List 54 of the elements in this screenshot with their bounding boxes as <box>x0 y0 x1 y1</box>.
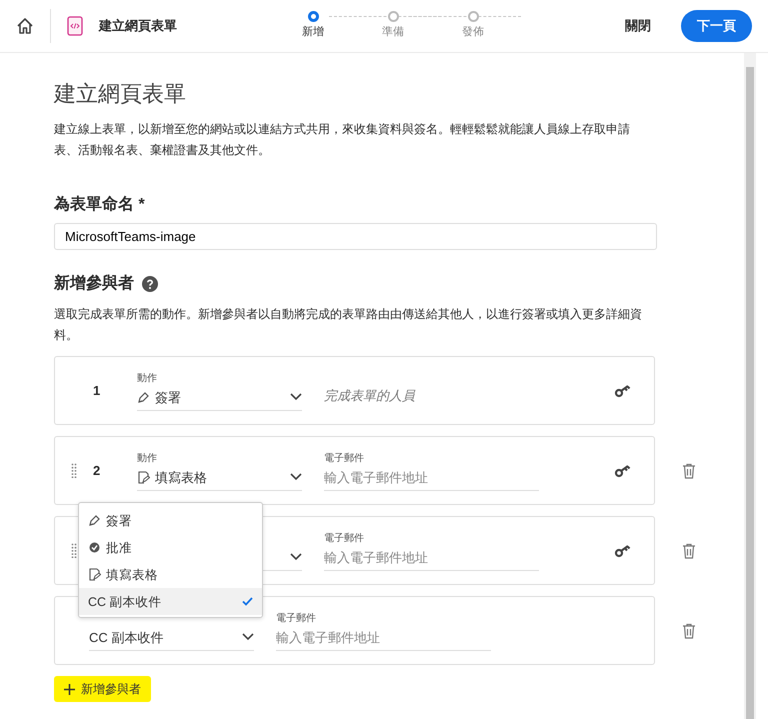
dropdown-option[interactable]: 填寫表格 <box>79 561 262 588</box>
scrollbar[interactable] <box>744 53 756 719</box>
help-icon[interactable] <box>142 276 158 292</box>
page-description: 建立線上表單，以新增至您的網站或以連結方式共用，來收集資料與簽名。輕輕鬆鬆就能讓人員線上存取申請表、活動報名表、棄權證書及其他文件。 <box>54 121 631 160</box>
step-label: 發佈 <box>462 25 484 40</box>
trash-icon[interactable] <box>682 542 696 559</box>
section-description: 選取完成表單所需的動作。新增參與者以自動將完成的表單路由由傳送給其他人，以進行簽署或填入更多詳細資料。 <box>54 306 643 344</box>
add-participant-button[interactable]: 新增參與者 <box>54 676 151 702</box>
dropdown-option[interactable]: 批准 <box>79 534 262 562</box>
step-label: 準備 <box>382 25 404 40</box>
chevron-down-icon <box>290 473 302 482</box>
dropdown-option[interactable]: CC 副本收件 <box>79 588 262 616</box>
participant-number: 2 <box>92 462 102 480</box>
field-label: 電子郵件 <box>324 532 365 545</box>
field-label: 電子郵件 <box>276 612 317 625</box>
trash-icon[interactable] <box>682 462 696 479</box>
key-icon[interactable] <box>614 544 632 558</box>
plus-icon <box>64 684 75 695</box>
step-dot[interactable] <box>468 11 478 22</box>
chevron-down-icon <box>290 393 302 402</box>
page-title: 建立網頁表單 <box>54 81 187 108</box>
field-label: 為表單命名 * <box>54 194 146 216</box>
pen-icon <box>137 390 150 404</box>
app-title: 建立網頁表單 <box>99 17 177 36</box>
close-button[interactable]: 關閉 <box>619 15 657 37</box>
step-label: 新增 <box>302 24 324 40</box>
action-select[interactable]: CC 副本收件 <box>89 624 254 651</box>
check-circle-icon <box>88 541 101 554</box>
step-dot[interactable] <box>308 11 318 22</box>
trash-icon[interactable] <box>682 622 696 639</box>
chevron-down-icon <box>242 633 254 642</box>
drag-handle-icon[interactable] <box>71 543 77 558</box>
step-dot[interactable] <box>388 11 398 22</box>
section-heading: 新增參與者 <box>54 273 134 294</box>
key-icon[interactable] <box>614 464 632 478</box>
code-file-icon <box>67 16 83 36</box>
dropdown-option[interactable]: 簽署 <box>79 507 262 534</box>
form-edit-icon <box>137 470 150 484</box>
key-icon[interactable] <box>614 384 632 398</box>
next-button[interactable]: 下一頁 <box>681 10 752 42</box>
drag-handle-icon[interactable] <box>71 463 77 478</box>
check-icon <box>242 597 253 606</box>
field-label: 動作 <box>137 452 158 465</box>
action-select[interactable]: 簽署 <box>137 384 302 411</box>
chevron-down-icon <box>290 553 302 562</box>
home-icon[interactable] <box>16 17 34 35</box>
form-name-field[interactable]: MicrosoftTeams-image <box>54 223 657 250</box>
recipient-text: 完成表單的人員 <box>324 387 415 406</box>
form-edit-icon <box>88 568 101 582</box>
pen-icon <box>88 514 101 528</box>
field-label: 動作 <box>137 372 158 385</box>
participant-number: 1 <box>92 382 102 400</box>
action-select[interactable]: 填寫表格 <box>137 464 302 491</box>
field-label: 電子郵件 <box>324 452 365 465</box>
